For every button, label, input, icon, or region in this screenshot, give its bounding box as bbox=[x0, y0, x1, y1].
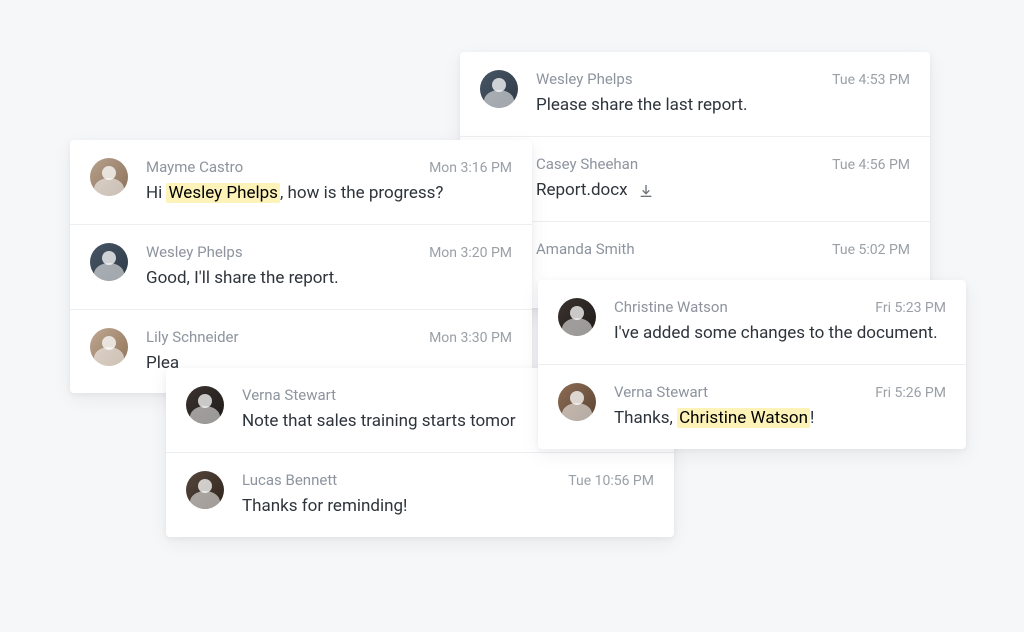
avatar[interactable] bbox=[90, 243, 128, 281]
message-body: Thanks, Christine Watson! bbox=[614, 407, 946, 431]
message-body: Please share the last report. bbox=[536, 94, 910, 118]
file-attachment[interactable]: Report.docx bbox=[536, 179, 654, 203]
message-author[interactable]: Amanda Smith bbox=[536, 240, 635, 258]
message-body: I've added some changes to the document. bbox=[614, 322, 946, 346]
message-item[interactable]: Lucas Bennett Tue 10:56 PM Thanks for re… bbox=[166, 453, 674, 537]
message-item[interactable]: Mayme Castro Mon 3:16 PM Hi Wesley Phelp… bbox=[70, 140, 532, 225]
file-name: Report.docx bbox=[536, 179, 628, 203]
message-author[interactable]: Wesley Phelps bbox=[536, 70, 633, 88]
mention[interactable]: Christine Watson bbox=[677, 408, 810, 428]
message-time: Tue 10:56 PM bbox=[568, 473, 654, 489]
mention[interactable]: Wesley Phelps bbox=[166, 183, 279, 203]
avatar[interactable] bbox=[558, 383, 596, 421]
chat-card: Christine Watson Fri 5:23 PM I've added … bbox=[538, 280, 966, 449]
message-time: Tue 4:53 PM bbox=[832, 72, 910, 88]
message-author[interactable]: Lucas Bennett bbox=[242, 471, 337, 489]
message-time: Tue 4:56 PM bbox=[832, 157, 910, 173]
avatar[interactable] bbox=[186, 471, 224, 509]
message-author[interactable]: Wesley Phelps bbox=[146, 243, 243, 261]
avatar[interactable] bbox=[480, 70, 518, 108]
avatar[interactable] bbox=[90, 158, 128, 196]
message-item[interactable]: Verna Stewart Fri 5:26 PM Thanks, Christ… bbox=[538, 365, 966, 449]
avatar[interactable] bbox=[558, 298, 596, 336]
message-time: Mon 3:16 PM bbox=[429, 160, 512, 176]
message-body: Hi Wesley Phelps, how is the progress? bbox=[146, 182, 512, 206]
message-author[interactable]: Christine Watson bbox=[614, 298, 728, 316]
message-time: Fri 5:23 PM bbox=[875, 300, 946, 316]
message-time: Mon 3:20 PM bbox=[429, 245, 512, 261]
message-author[interactable]: Mayme Castro bbox=[146, 158, 243, 176]
message-body: Thanks for reminding! bbox=[242, 495, 654, 519]
message-item[interactable]: Wesley Phelps Mon 3:20 PM Good, I'll sha… bbox=[70, 225, 532, 310]
message-item[interactable]: Wesley Phelps Tue 4:53 PM Please share t… bbox=[460, 52, 930, 137]
message-item[interactable]: Christine Watson Fri 5:23 PM I've added … bbox=[538, 280, 966, 365]
avatar[interactable] bbox=[90, 328, 128, 366]
message-time: Fri 5:26 PM bbox=[875, 385, 946, 401]
chat-card: Mayme Castro Mon 3:16 PM Hi Wesley Phelp… bbox=[70, 140, 532, 393]
message-author[interactable]: Verna Stewart bbox=[242, 386, 336, 404]
message-time: Mon 3:30 PM bbox=[429, 330, 512, 346]
message-author[interactable]: Verna Stewart bbox=[614, 383, 708, 401]
download-icon[interactable] bbox=[638, 183, 654, 199]
message-author[interactable]: Lily Schneider bbox=[146, 328, 239, 346]
message-author[interactable]: Casey Sheehan bbox=[536, 155, 638, 173]
message-body: Good, I'll share the report. bbox=[146, 267, 512, 291]
avatar[interactable] bbox=[186, 386, 224, 424]
message-time: Tue 5:02 PM bbox=[832, 242, 910, 258]
